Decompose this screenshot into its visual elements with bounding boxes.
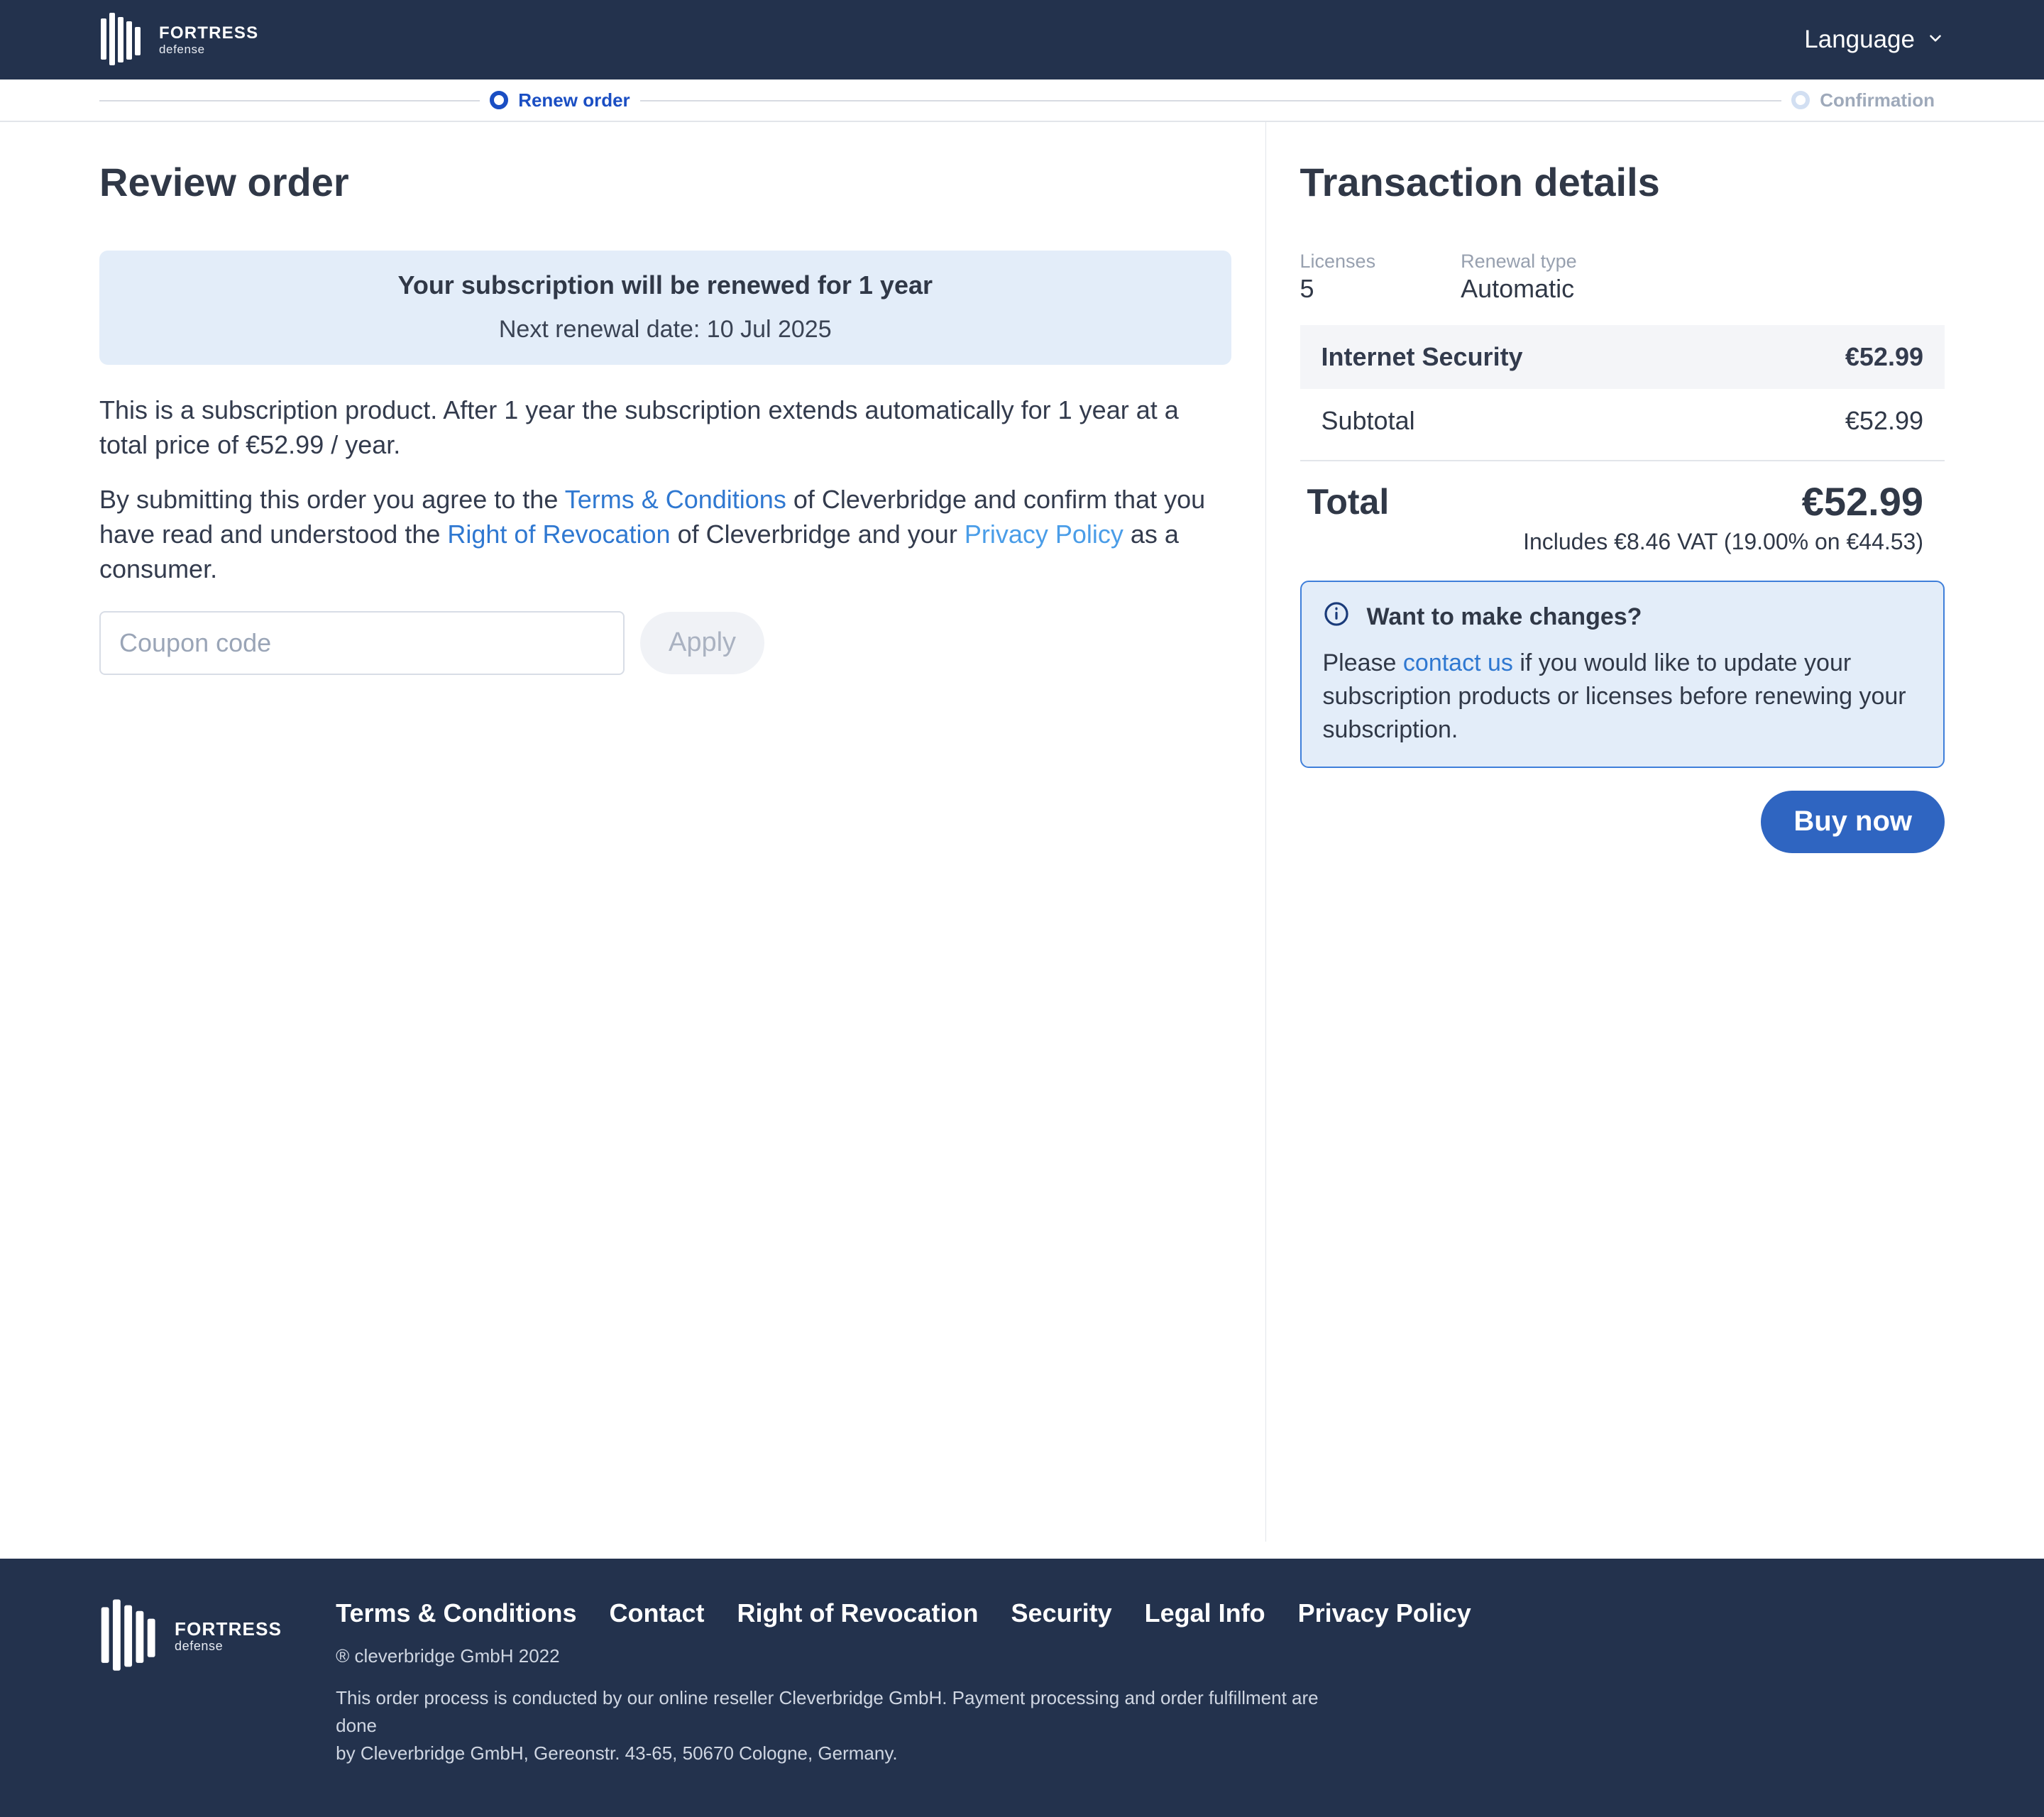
meta-label: Licenses (1300, 251, 1376, 273)
brand-text: FORTRESS defense (159, 25, 258, 55)
contact-us-link[interactable]: contact us (1403, 649, 1513, 676)
footer-brand-text: FORTRESS defense (175, 1620, 282, 1652)
footer-note-line: This order process is conducted by our o… (336, 1684, 1351, 1740)
footer-note-line: by Cleverbridge GmbH, Gereonstr. 43-65, … (336, 1740, 1351, 1767)
coupon-input[interactable] (99, 611, 625, 675)
progress-bar: Renew order Confirmation (0, 79, 2044, 122)
main-content: Review order Your subscription will be r… (0, 122, 2044, 1559)
horizontal-divider (1300, 460, 1945, 461)
page: FORTRESS defense Language Renew order (0, 0, 2044, 1817)
brand-subtitle: defense (175, 1640, 282, 1652)
step-label: Renew order (518, 89, 630, 111)
language-label: Language (1804, 26, 1915, 54)
footer: FORTRESS defense Terms & Conditions Cont… (0, 1559, 2044, 1817)
review-order-section: Review order Your subscription will be r… (99, 122, 1231, 1542)
agreement-text: of Cleverbridge and your (678, 520, 965, 549)
transaction-details-section: Transaction details Licenses 5 Renewal t… (1300, 122, 1945, 1542)
footer-brand: FORTRESS defense (99, 1598, 282, 1674)
meta-value: Automatic (1461, 274, 1577, 304)
total-row: Total €52.99 (1300, 468, 1945, 526)
changes-text: Please (1323, 649, 1403, 676)
shield-bars-logo-icon (99, 1598, 159, 1674)
header: FORTRESS defense Language (0, 0, 2044, 79)
terms-link[interactable]: Terms & Conditions (565, 485, 786, 514)
tax-note: Includes €8.46 VAT (19.00% on €44.53) (1300, 526, 1945, 555)
meta-label: Renewal type (1461, 251, 1577, 273)
banner-line-2: Next renewal date: 10 Jul 2025 (116, 316, 1214, 344)
footer-content: Terms & Conditions Contact Right of Revo… (336, 1598, 1471, 1767)
changes-body: Please contact us if you would like to u… (1323, 647, 1923, 747)
step-indicator-active-icon (490, 91, 508, 109)
footer-links: Terms & Conditions Contact Right of Revo… (336, 1598, 1471, 1628)
cta-row: Buy now (1300, 791, 1945, 853)
buy-now-button[interactable]: Buy now (1761, 791, 1945, 853)
product-price: €52.99 (1845, 342, 1923, 372)
step-indicator-inactive-icon (1791, 91, 1810, 109)
section-title: Transaction details (1300, 159, 1945, 205)
footer-link-revocation[interactable]: Right of Revocation (737, 1598, 979, 1628)
product-row: Internet Security €52.99 (1300, 325, 1945, 389)
brand-logo: FORTRESS defense (99, 13, 258, 67)
footer-note: This order process is conducted by our o… (336, 1684, 1471, 1767)
chevron-down-icon (1926, 26, 1945, 54)
coupon-row: Apply (99, 611, 1231, 675)
info-icon (1323, 600, 1350, 634)
shield-bars-logo-icon (99, 13, 143, 67)
total-value: €52.99 (1802, 478, 1923, 525)
meta-value: 5 (1300, 274, 1376, 304)
vertical-divider (1265, 122, 1266, 1542)
meta-row: Licenses 5 Renewal type Automatic (1300, 251, 1945, 304)
line-items: Internet Security €52.99 Subtotal €52.99 (1300, 325, 1945, 453)
footer-link-legal[interactable]: Legal Info (1145, 1598, 1265, 1628)
brand-subtitle: defense (159, 43, 258, 55)
banner-line-1: Your subscription will be renewed for 1 … (116, 270, 1214, 300)
agreement-text: By submitting this order you agree to th… (99, 485, 565, 514)
footer-link-terms[interactable]: Terms & Conditions (336, 1598, 576, 1628)
subscription-paragraph: This is a subscription product. After 1 … (99, 393, 1231, 463)
total-label: Total (1307, 481, 1390, 522)
step-label: Confirmation (1820, 89, 1935, 111)
subtotal-label: Subtotal (1322, 406, 1415, 436)
brand-name: FORTRESS (175, 1620, 282, 1638)
step-confirmation: Confirmation (1021, 89, 1945, 111)
apply-button[interactable]: Apply (640, 612, 764, 674)
agreement-paragraph: By submitting this order you agree to th… (99, 483, 1231, 587)
page-title: Review order (99, 159, 1231, 205)
footer-link-contact[interactable]: Contact (610, 1598, 705, 1628)
footer-trademark: ® cleverbridge GmbH 2022 (336, 1645, 1471, 1667)
step-renew-order: Renew order (99, 89, 1021, 111)
footer-link-security[interactable]: Security (1011, 1598, 1112, 1628)
changes-title: Want to make changes? (1367, 603, 1642, 631)
brand-name: FORTRESS (159, 25, 258, 42)
changes-head: Want to make changes? (1323, 600, 1923, 634)
revocation-link[interactable]: Right of Revocation (447, 520, 670, 549)
meta-renewal-type: Renewal type Automatic (1461, 251, 1577, 304)
changes-panel: Want to make changes? Please contact us … (1300, 581, 1945, 768)
privacy-link[interactable]: Privacy Policy (965, 520, 1123, 549)
meta-licenses: Licenses 5 (1300, 251, 1376, 304)
renewal-banner: Your subscription will be renewed for 1 … (99, 251, 1231, 365)
subtotal-value: €52.99 (1845, 406, 1923, 436)
language-switcher[interactable]: Language (1804, 26, 1945, 54)
footer-link-privacy[interactable]: Privacy Policy (1298, 1598, 1471, 1628)
product-name: Internet Security (1322, 342, 1523, 372)
subtotal-row: Subtotal €52.99 (1300, 389, 1945, 453)
